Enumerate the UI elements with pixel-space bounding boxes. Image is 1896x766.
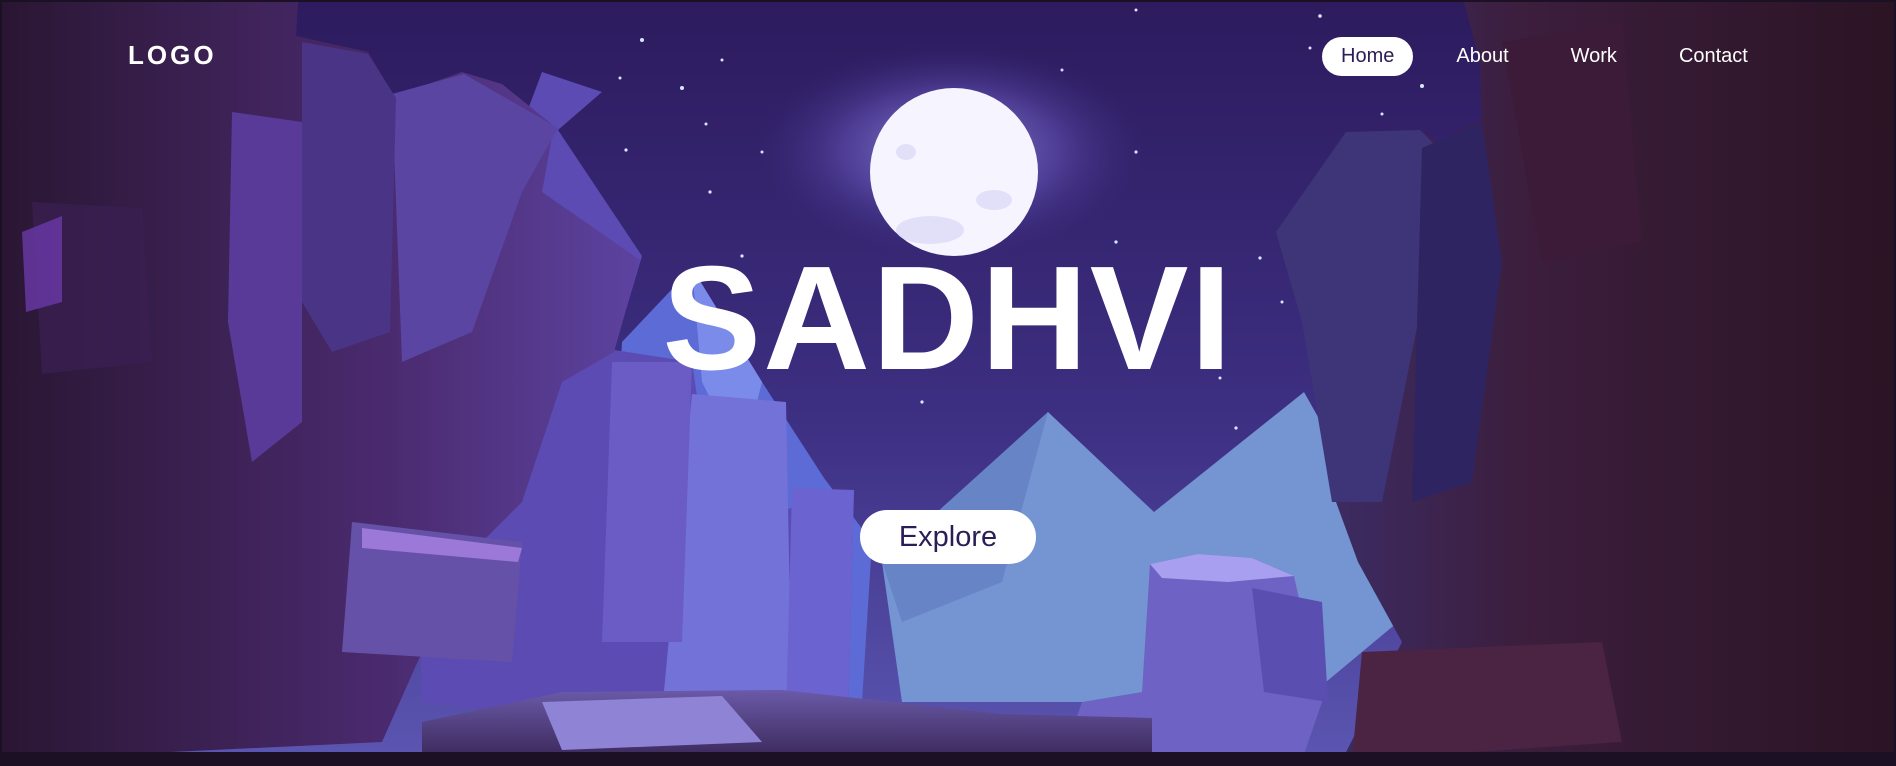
foreground-rock-side (1252, 588, 1328, 702)
main-nav: Home About Work Contact (1322, 36, 1791, 76)
site-logo[interactable]: LOGO (128, 40, 217, 71)
rock-column (602, 362, 692, 642)
ground-rock (542, 696, 762, 750)
site-header: LOGO Home About Work Contact (2, 2, 1894, 112)
page-frame: LOGO Home About Work Contact SADHVI Expl… (2, 2, 1894, 760)
explore-button[interactable]: Explore (860, 510, 1036, 564)
nav-link-about[interactable]: About (1437, 37, 1527, 76)
rock-column (786, 488, 854, 720)
hero-title: SADHVI (662, 236, 1234, 401)
right-ledge (1352, 642, 1622, 760)
nav-link-work[interactable]: Work (1552, 37, 1636, 76)
nav-link-contact[interactable]: Contact (1660, 37, 1767, 76)
bottom-edge (2, 752, 1894, 760)
nav-link-home[interactable]: Home (1322, 36, 1414, 76)
